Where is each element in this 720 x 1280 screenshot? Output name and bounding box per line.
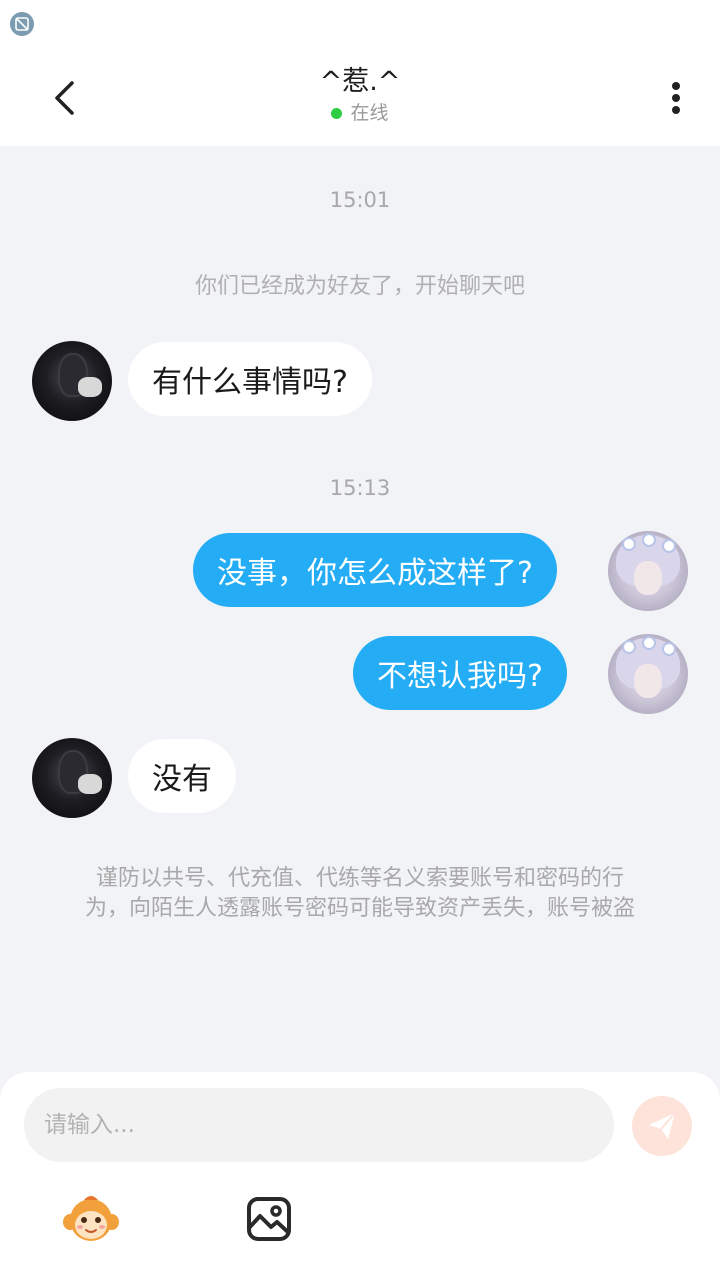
more-options-button[interactable] (652, 74, 700, 122)
more-vertical-icon (672, 82, 680, 90)
back-arrow-icon (55, 81, 74, 115)
avatar-flower (622, 537, 636, 551)
more-dot (672, 94, 680, 102)
back-button[interactable] (40, 74, 88, 122)
avatar-face (634, 561, 662, 595)
system-message: 你们已经成为好友了，开始聊天吧 (194, 274, 525, 299)
send-button[interactable] (632, 1096, 692, 1156)
avatar-flower (642, 533, 656, 547)
online-dot-icon (331, 107, 343, 119)
avatar-face (634, 664, 662, 698)
image-icon (247, 1197, 291, 1241)
avatar-flower (622, 640, 636, 654)
contact-avatar[interactable] (32, 738, 112, 818)
send-icon (649, 1112, 676, 1139)
security-notice-line: 谨防以共号、代充值、代练等名义索要账号和密码的行 (95, 866, 624, 891)
my-avatar[interactable] (608, 531, 688, 611)
timestamp: 15:13 (329, 476, 391, 500)
sent-message-bubble[interactable]: 没事，你怎么成这样了? (193, 533, 557, 607)
avatar-hand (78, 774, 102, 794)
online-status-label: 在线 (350, 102, 389, 124)
title-block: ^惹.^ 在线 (160, 64, 560, 126)
my-avatar[interactable] (608, 634, 688, 714)
status-bar (0, 0, 720, 50)
avatar-flower (662, 642, 676, 656)
emoji-icon (63, 1196, 119, 1241)
image-button[interactable] (246, 1196, 292, 1242)
contact-name: ^惹.^ (319, 66, 401, 97)
sent-message-bubble[interactable]: 不想认我吗? (353, 636, 567, 710)
avatar-flower (662, 539, 676, 553)
emoji-button[interactable] (62, 1192, 120, 1244)
security-notice: 谨防以共号、代充值、代练等名义索要账号和密码的行 为，向陌生人透露账号密码可能导… (50, 864, 670, 924)
message-input[interactable] (24, 1088, 614, 1162)
contact-avatar[interactable] (32, 341, 112, 421)
received-message-bubble[interactable]: 没有 (128, 739, 236, 813)
timestamp: 15:01 (329, 188, 391, 212)
input-panel (0, 1072, 720, 1280)
avatar-hand (78, 377, 102, 397)
chat-header: ^惹.^ 在线 (0, 50, 720, 146)
online-status: 在线 (331, 100, 389, 126)
security-notice-line: 为，向陌生人透露账号密码可能导致资产丢失，账号被盗 (84, 896, 635, 921)
received-message-bubble[interactable]: 有什么事情吗? (128, 342, 372, 416)
more-dot (672, 106, 680, 114)
notification-icon (10, 12, 34, 36)
avatar-flower (642, 636, 656, 650)
